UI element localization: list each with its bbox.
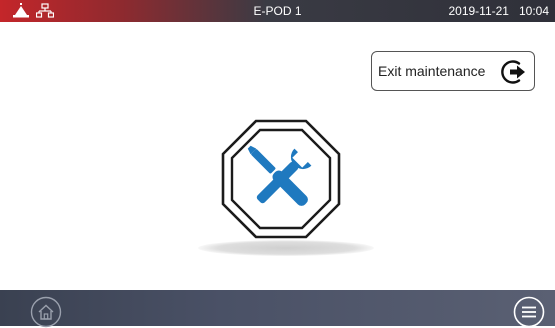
exit-arrow-icon xyxy=(501,60,525,84)
menu-icon[interactable] xyxy=(513,296,545,328)
maintenance-tools-icon xyxy=(221,119,341,239)
date-text: 2019-11-21 xyxy=(448,4,509,18)
navigation-bar xyxy=(0,290,555,328)
time-text: 10:04 xyxy=(518,4,549,18)
status-bar: E-POD 1 2019-11-21 10:04 xyxy=(0,0,555,22)
figure-shadow xyxy=(198,240,374,256)
date-time: 2019-11-21 10:04 xyxy=(448,0,549,22)
home-icon[interactable] xyxy=(30,296,62,328)
exit-maintenance-button[interactable]: Exit maintenance xyxy=(371,51,535,91)
exit-maintenance-label: Exit maintenance xyxy=(378,63,486,79)
